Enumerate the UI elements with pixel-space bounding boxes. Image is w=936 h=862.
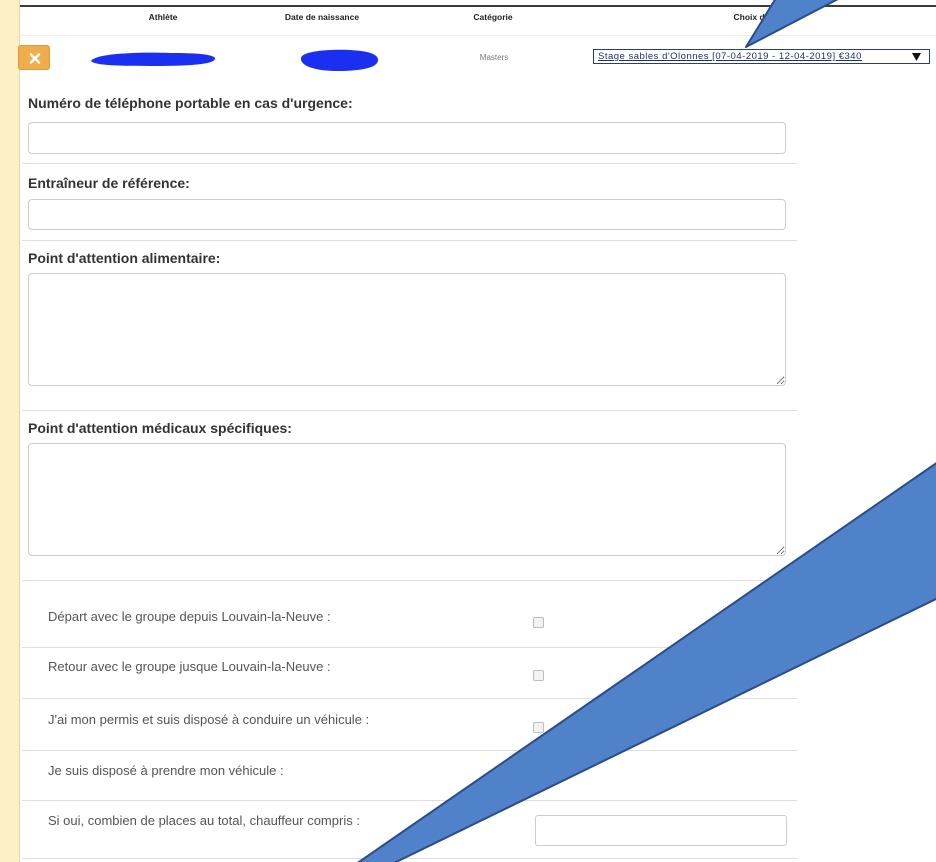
row-divider xyxy=(22,750,797,751)
section-divider xyxy=(22,163,797,164)
emergency-phone-input[interactable] xyxy=(28,122,786,154)
row-divider xyxy=(22,800,797,801)
departure-with-group-checkbox[interactable] xyxy=(533,617,544,628)
section-divider xyxy=(22,410,797,411)
bring-vehicle-label: Je suis disposé à prendre mon véhicule : xyxy=(48,763,284,778)
willing-to-drive-checkbox[interactable] xyxy=(533,722,544,733)
emergency-phone-label: Numéro de téléphone portable en cas d'ur… xyxy=(28,95,353,111)
willing-to-drive-label: J'ai mon permis et suis disposé à condui… xyxy=(48,712,370,727)
row-divider xyxy=(22,858,797,859)
medical-notes-textarea[interactable] xyxy=(28,443,786,556)
registration-page: Athlète Date de naissance Catégorie Choi… xyxy=(0,0,936,862)
section-divider xyxy=(22,240,797,241)
return-with-group-label: Retour avec le groupe jusque Louvain-la-… xyxy=(48,659,331,674)
reference-coach-input[interactable] xyxy=(28,199,786,230)
row-divider xyxy=(22,647,797,648)
seats-count-input[interactable] xyxy=(535,815,787,846)
dietary-notes-label: Point d'attention alimentaire: xyxy=(28,250,221,266)
row-divider xyxy=(22,698,797,699)
seats-count-label: Si oui, combien de places au total, chau… xyxy=(48,813,360,828)
bring-vehicle-checkbox[interactable] xyxy=(533,774,544,785)
departure-with-group-label: Départ avec le groupe depuis Louvain-la-… xyxy=(48,609,331,624)
reference-coach-label: Entraîneur de référence: xyxy=(28,175,190,191)
athlete-name-redaction xyxy=(91,52,216,66)
chevron-down-icon xyxy=(912,53,921,61)
medical-notes-label: Point d'attention médicaux spécifiques: xyxy=(28,420,292,436)
category-value: Masters xyxy=(479,53,509,62)
redaction-layer xyxy=(91,49,378,71)
stage-select[interactable]: Stage sables d'Olonnes [07-04-2019 - 12-… xyxy=(593,49,930,64)
section-divider xyxy=(22,580,797,581)
birthdate-redaction xyxy=(300,49,378,71)
return-with-group-checkbox[interactable] xyxy=(533,670,544,681)
stage-select-value: Stage sables d'Olonnes [07-04-2019 - 12-… xyxy=(598,51,862,62)
left-sidebar-strip xyxy=(0,0,20,862)
dietary-notes-textarea[interactable] xyxy=(28,273,786,386)
